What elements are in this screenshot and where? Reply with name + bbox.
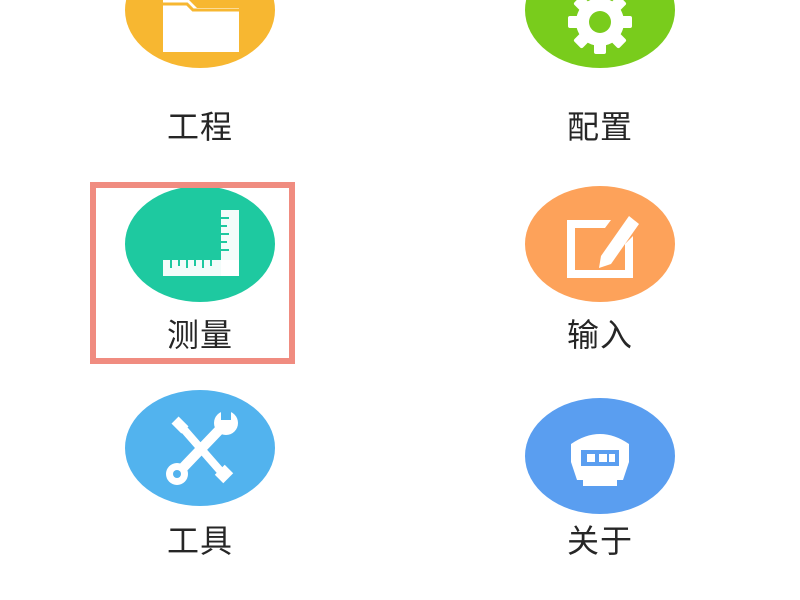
config-icon-circle [525,0,675,68]
menu-item-label: 关于 [566,522,633,560]
ruler-icon [163,210,239,276]
menu-item-about[interactable]: 关于 [490,390,710,570]
menu-item-project[interactable]: 工程 [90,0,310,170]
tools-icon [166,408,238,485]
main-menu: 工程 配置 测量 输入 工具 关于 [0,0,800,600]
menu-item-measure[interactable]: 测量 [90,182,310,362]
menu-item-label: 输入 [566,316,633,354]
input-icon-circle [525,186,675,302]
menu-item-label: 工具 [166,522,233,560]
menu-item-label: 配置 [566,108,633,146]
project-icon-circle [125,0,275,68]
edit-icon [567,216,639,278]
measure-icon-circle [125,186,275,302]
menu-item-input[interactable]: 输入 [490,182,710,362]
menu-item-config[interactable]: 配置 [490,0,710,170]
menu-item-label: 工程 [166,108,233,146]
menu-item-label: 测量 [166,316,233,354]
about-icon-circle [525,398,675,514]
gear-icon [568,0,632,54]
device-icon [571,434,629,486]
folder-icon [163,0,239,52]
menu-item-tools[interactable]: 工具 [90,390,310,570]
tools-icon-circle [125,390,275,506]
